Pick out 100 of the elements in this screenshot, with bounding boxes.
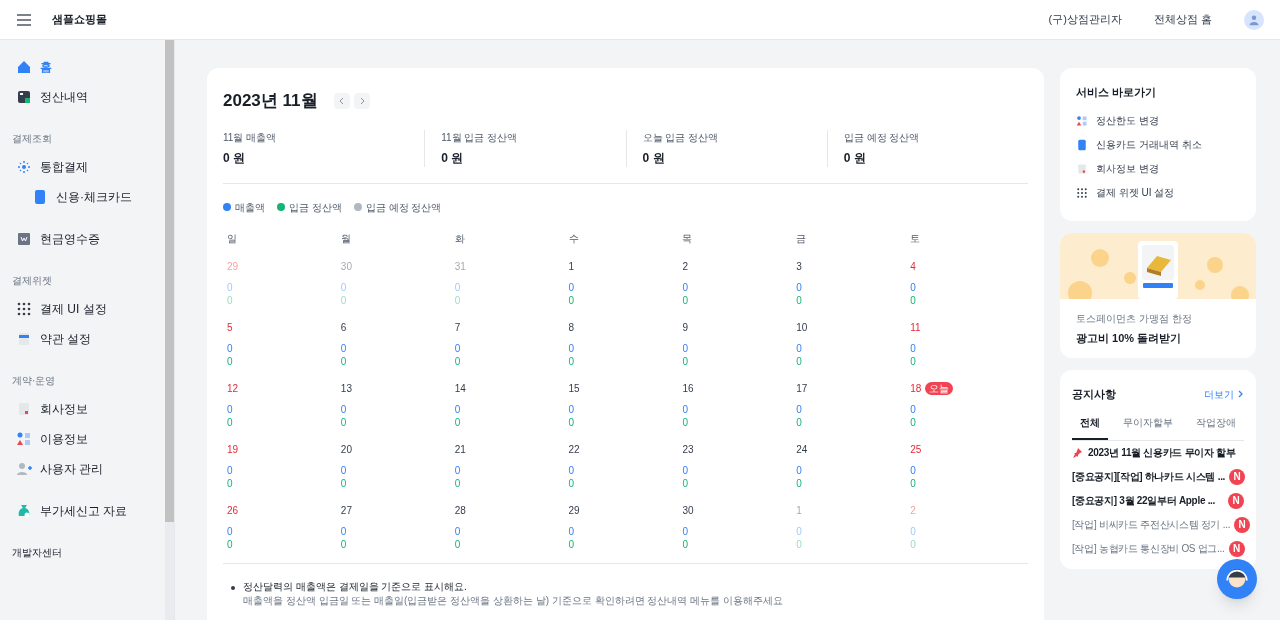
- amount-value: 0: [568, 280, 575, 294]
- notice-link[interactable]: [중요공지] 3월 22일부터 Apple ...: [1072, 493, 1224, 508]
- amount-value: 0: [910, 354, 916, 368]
- amount-value: 0: [568, 476, 575, 490]
- menu-icon[interactable]: [16, 11, 32, 28]
- amount-value: 0: [340, 415, 347, 429]
- note-detail: 매출액을 정산액 입금일 또는 매출일(입금받은 정산액을 상환하는 날) 기준으로 확인하려면 정산내역 메뉴를 이용해주세요: [243, 593, 783, 608]
- nav-item[interactable]: 부가세신고 자료: [0, 496, 165, 526]
- summary-label: 11월 입금 정산액: [441, 130, 519, 145]
- section-title: 개발자센터: [11, 545, 63, 560]
- day-number: 6: [340, 320, 347, 334]
- header-link[interactable]: 전체상점 홈: [1153, 11, 1212, 28]
- nav-item[interactable]: 신용·체크카드: [0, 182, 165, 212]
- amount-value: 0: [682, 463, 688, 477]
- header-link[interactable]: (구)상점관리자: [1048, 11, 1122, 28]
- notice-tab[interactable]: 무이자할부: [1115, 414, 1181, 440]
- day-number: 13: [340, 381, 352, 395]
- day-number: 31: [454, 259, 466, 273]
- amount-value: 0: [682, 415, 688, 429]
- day-number: 22: [568, 442, 580, 456]
- day-number: 26: [227, 503, 239, 517]
- amount-value: 0: [340, 354, 347, 368]
- notice-link[interactable]: [작업] 비씨카드 주전산시스템 정기 ...: [1072, 517, 1231, 532]
- amount-value: 0: [796, 463, 802, 477]
- calculator-icon: [16, 89, 32, 105]
- amount-value: 0: [682, 537, 688, 551]
- shapes-icon: [16, 431, 32, 447]
- amount-value: 0: [227, 293, 233, 307]
- card-icon: [32, 189, 48, 205]
- shortcut-link[interactable]: 신용카드 거래내역 취소: [1076, 132, 1240, 157]
- amount-value: 0: [910, 415, 916, 429]
- shortcut-link[interactable]: 회사정보 변경: [1076, 156, 1240, 181]
- day-number: 28: [454, 503, 466, 517]
- avatar-icon[interactable]: [1244, 9, 1264, 30]
- shortcut-link[interactable]: 결제 위젯 UI 설정: [1076, 180, 1240, 205]
- grid-dots-icon: [16, 301, 32, 317]
- nav-item[interactable]: 이용정보: [0, 424, 165, 454]
- amount-value: 0: [568, 537, 575, 551]
- day-number: 19: [227, 442, 239, 456]
- card-title: 서비스 바로가기: [1076, 85, 1158, 100]
- day-number: 1: [796, 503, 802, 517]
- amount-value: 0: [340, 402, 347, 416]
- amount-value: 0: [910, 280, 916, 294]
- notice-tab[interactable]: 전체: [1072, 414, 1108, 440]
- day-number: 29: [227, 259, 239, 273]
- amount-value: 0: [454, 354, 461, 368]
- amount-value: 0: [796, 280, 802, 294]
- summary-label: 입금 예정 정산액: [843, 130, 921, 145]
- amount-value: 0: [682, 293, 688, 307]
- amount-value: 0: [910, 537, 916, 551]
- chevron-right-icon: [1236, 390, 1244, 399]
- document-icon: [16, 331, 32, 347]
- day-number: 2: [682, 259, 688, 273]
- notice-link[interactable]: [작업] 농협카드 통신장비 OS 업그...: [1072, 541, 1225, 556]
- pin-icon: [1072, 447, 1082, 458]
- support-chat-button[interactable]: [1217, 559, 1257, 599]
- notice-tab[interactable]: 작업장애: [1188, 414, 1244, 440]
- nav-item[interactable]: 약관 설정: [0, 324, 165, 354]
- scrollbar[interactable]: [165, 40, 174, 620]
- day-number: 16: [682, 381, 694, 395]
- grid-dots-icon: [1076, 186, 1088, 199]
- day-number: 17: [796, 381, 808, 395]
- notice-link[interactable]: 2023년 11월 신용카드 무이자 할부: [1088, 445, 1244, 460]
- summary-label: 오늘 입금 정산액: [642, 130, 720, 145]
- summary-value: 0 원: [642, 149, 666, 167]
- money-bag-icon: [16, 503, 32, 519]
- amount-value: 0: [682, 341, 688, 355]
- amount-value: 0: [454, 402, 461, 416]
- shortcut-link[interactable]: 정산한도 변경: [1076, 108, 1240, 133]
- amount-value: 0: [340, 476, 347, 490]
- amount-value: 0: [454, 293, 461, 307]
- amount-value: 0: [682, 280, 688, 294]
- weekday-label: 금: [796, 231, 808, 246]
- building-icon: [1076, 162, 1088, 175]
- day-number: 1: [568, 259, 575, 273]
- nav-item[interactable]: 사용자 관리: [0, 454, 165, 484]
- today-badge: 오늘: [925, 381, 954, 395]
- nav-item[interactable]: 통합결제: [0, 152, 165, 182]
- sparkle-icon: [16, 159, 32, 175]
- chevron-left-icon: [337, 96, 346, 105]
- section-title: 계약·운영: [11, 373, 57, 388]
- summary-label: 11월 매출액: [223, 130, 278, 145]
- more-link[interactable]: 더보기: [1204, 386, 1244, 402]
- nav-item[interactable]: 정산내역: [0, 82, 165, 112]
- amount-value: 0: [227, 341, 233, 355]
- amount-value: 0: [340, 537, 347, 551]
- amount-value: 0: [796, 537, 802, 551]
- summary-value: 0 원: [843, 149, 867, 167]
- nav-item[interactable]: 결제 UI 설정: [0, 294, 165, 324]
- amount-value: 0: [454, 524, 461, 538]
- amount-value: 0: [340, 341, 347, 355]
- day-number: 9: [682, 320, 688, 334]
- promo-banner[interactable]: 토스페이먼츠 가맹점 한정 광고비 10% 돌려받기: [1060, 232, 1256, 358]
- nav-item[interactable]: 현금영수증: [0, 224, 165, 254]
- nav-item[interactable]: 회사정보: [0, 394, 165, 424]
- amount-value: 0: [796, 524, 802, 538]
- weekday-label: 수: [568, 231, 580, 246]
- notice-link[interactable]: [중요공지][작업] 하나카드 시스템 ...: [1072, 469, 1226, 484]
- amount-value: 0: [454, 341, 461, 355]
- amount-value: 0: [454, 537, 461, 551]
